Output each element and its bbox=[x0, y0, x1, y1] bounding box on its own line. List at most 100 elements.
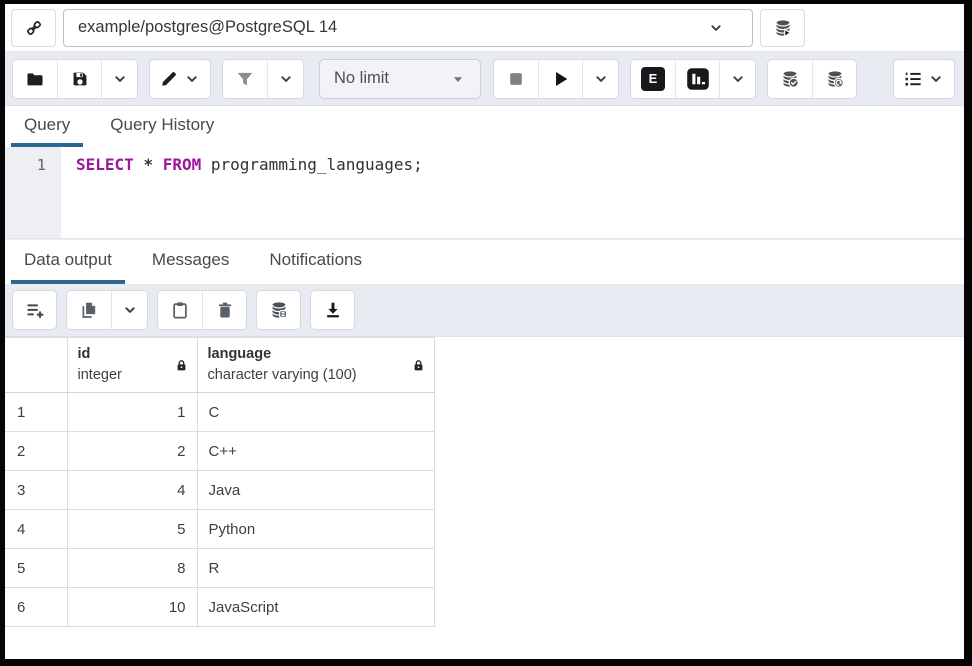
column-name: id bbox=[77, 345, 91, 362]
table-row: 6 10 JavaScript bbox=[5, 587, 435, 627]
commit-database-check-icon bbox=[781, 70, 799, 88]
tab-query-history[interactable]: Query History bbox=[97, 106, 227, 147]
save-data-changes-button[interactable] bbox=[256, 290, 301, 330]
explain-button-group: E bbox=[630, 58, 756, 99]
paste-clipboard-icon bbox=[171, 301, 189, 319]
row-limit-select[interactable]: No limit bbox=[319, 58, 481, 99]
id-cell[interactable]: 10 bbox=[66, 587, 198, 627]
language-cell[interactable]: Java bbox=[196, 470, 435, 510]
download-results-button[interactable] bbox=[310, 290, 355, 330]
table-row: 3 4 Java bbox=[5, 470, 435, 510]
open-file-button[interactable] bbox=[13, 59, 57, 98]
explain-button[interactable]: E bbox=[631, 59, 675, 98]
language-cell[interactable]: JavaScript bbox=[196, 587, 435, 627]
row-number-cell[interactable]: 6 bbox=[5, 587, 68, 627]
rollback-button[interactable] bbox=[812, 59, 856, 98]
copy-icon bbox=[80, 301, 98, 319]
row-number-cell[interactable]: 2 bbox=[5, 431, 68, 471]
lock-icon bbox=[412, 359, 425, 372]
explain-letter: E bbox=[648, 71, 658, 86]
copy-button-group bbox=[66, 290, 148, 330]
chevron-down-icon bbox=[278, 71, 294, 87]
explain-analyze-chart-icon bbox=[686, 67, 710, 91]
results-toolbar bbox=[5, 284, 964, 337]
file-button-group bbox=[12, 58, 138, 99]
paste-button[interactable] bbox=[158, 291, 202, 329]
save-icon bbox=[71, 70, 89, 88]
delete-row-button[interactable] bbox=[202, 291, 246, 329]
id-cell[interactable]: 8 bbox=[66, 548, 198, 588]
row-number-cell[interactable]: 4 bbox=[5, 509, 68, 549]
filter-button[interactable] bbox=[223, 59, 267, 98]
id-cell[interactable]: 4 bbox=[66, 470, 198, 510]
connection-selector[interactable]: example/postgres@PostgreSQL 14 bbox=[63, 8, 753, 47]
tab-messages-label: Messages bbox=[151, 250, 230, 269]
lock-icon bbox=[175, 359, 188, 372]
data-output-grid: id integer language character varying (1… bbox=[5, 337, 964, 659]
grid-corner-header[interactable] bbox=[5, 337, 68, 393]
chevron-down-icon bbox=[112, 71, 128, 87]
sql-keyword: SELECT bbox=[76, 155, 134, 174]
language-cell[interactable]: R bbox=[196, 548, 435, 588]
execute-query-button[interactable] bbox=[538, 59, 582, 98]
sql-editor: 1 SELECT * FROM programming_languages; bbox=[5, 147, 964, 239]
query-tool-connection-button[interactable] bbox=[11, 8, 56, 47]
tab-notifications-label: Notifications bbox=[269, 250, 362, 269]
tab-data-output[interactable]: Data output bbox=[11, 240, 125, 284]
language-cell[interactable]: C++ bbox=[196, 431, 435, 471]
execute-button-group bbox=[493, 58, 619, 99]
editor-tabbar: Query Query History bbox=[5, 106, 964, 147]
connection-selector-value: example/postgres@PostgreSQL 14 bbox=[78, 18, 338, 36]
execute-play-icon bbox=[552, 70, 570, 88]
connection-bar: example/postgres@PostgreSQL 14 bbox=[5, 4, 964, 52]
column-header-language[interactable]: language character varying (100) bbox=[196, 337, 435, 393]
filter-icon bbox=[236, 70, 254, 88]
row-number-cell[interactable]: 3 bbox=[5, 470, 68, 510]
language-cell[interactable]: Python bbox=[196, 509, 435, 549]
edit-pencil-icon bbox=[160, 70, 178, 88]
id-cell[interactable]: 5 bbox=[66, 509, 198, 549]
copy-button[interactable] bbox=[67, 291, 111, 329]
column-header-id[interactable]: id integer bbox=[66, 337, 198, 393]
execute-options-dropdown-button[interactable] bbox=[582, 59, 618, 98]
explain-analyze-button[interactable] bbox=[675, 59, 719, 98]
macros-list-icon bbox=[904, 70, 922, 88]
save-options-dropdown-button[interactable] bbox=[101, 59, 137, 98]
filter-button-group bbox=[222, 58, 304, 99]
add-row-button[interactable] bbox=[12, 290, 57, 330]
macros-dropdown-button[interactable] bbox=[893, 58, 955, 99]
chevron-down-icon bbox=[593, 71, 609, 87]
tab-query[interactable]: Query bbox=[11, 106, 84, 147]
id-cell[interactable]: 1 bbox=[66, 392, 198, 432]
row-number-cell[interactable]: 1 bbox=[5, 392, 68, 432]
chevron-down-icon bbox=[730, 71, 746, 87]
column-type: integer bbox=[77, 367, 122, 383]
new-connection-database-icon bbox=[774, 19, 792, 37]
delete-trash-icon bbox=[216, 301, 234, 319]
transaction-button-group bbox=[767, 58, 857, 99]
commit-button[interactable] bbox=[768, 59, 812, 98]
tab-messages[interactable]: Messages bbox=[139, 240, 242, 284]
dropdown-caret-icon bbox=[450, 71, 466, 87]
connection-plug-icon bbox=[25, 19, 43, 37]
query-toolbar: No limit E bbox=[5, 52, 964, 106]
tab-notifications[interactable]: Notifications bbox=[256, 240, 375, 284]
rollback-database-undo-icon bbox=[826, 70, 844, 88]
sql-code-area[interactable]: SELECT * FROM programming_languages; bbox=[61, 147, 964, 238]
id-cell[interactable]: 2 bbox=[66, 431, 198, 471]
language-cell[interactable]: C bbox=[196, 392, 435, 432]
explain-options-dropdown-button[interactable] bbox=[719, 59, 755, 98]
add-row-icon bbox=[26, 301, 44, 319]
explain-icon: E bbox=[641, 66, 665, 91]
cancel-query-button[interactable] bbox=[494, 59, 538, 98]
copy-options-dropdown-button[interactable] bbox=[111, 291, 147, 329]
row-number-cell[interactable]: 5 bbox=[5, 548, 68, 588]
new-connection-button[interactable] bbox=[760, 8, 805, 47]
chevron-down-icon bbox=[184, 71, 200, 87]
save-file-button[interactable] bbox=[57, 59, 101, 98]
save-data-database-icon bbox=[270, 301, 288, 319]
pgadmin-query-tool-window: example/postgres@PostgreSQL 14 No limit bbox=[0, 0, 972, 666]
edit-dropdown-button[interactable] bbox=[149, 58, 211, 99]
filter-options-dropdown-button[interactable] bbox=[267, 59, 303, 98]
sql-star-operator: * bbox=[143, 155, 154, 174]
